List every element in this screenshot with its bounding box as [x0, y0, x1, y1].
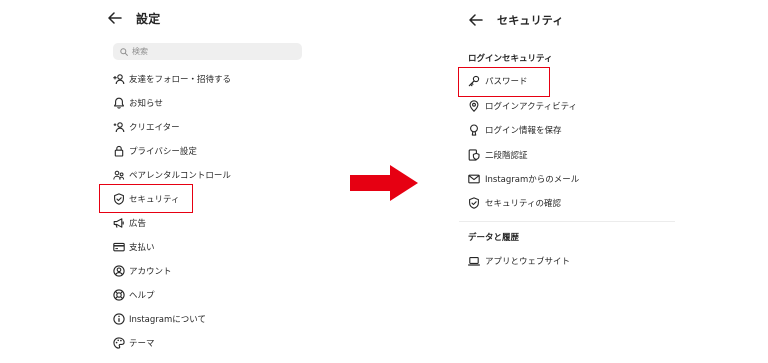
- highlight-box-security: [99, 184, 193, 213]
- menu-item-label: セキュリティの確認: [485, 199, 561, 209]
- search-input[interactable]: [132, 47, 292, 56]
- menu-item-label: テーマ: [129, 339, 155, 349]
- creator-icon: [112, 121, 125, 134]
- arrow-left-icon: [108, 12, 122, 24]
- search-icon: [120, 47, 128, 56]
- back-button[interactable]: [467, 11, 485, 29]
- menu-item-label: アカウント: [129, 267, 172, 277]
- settings-header: 設定: [106, 6, 160, 30]
- mail-icon: [467, 173, 480, 186]
- section-heading-data-history: データと履歴: [468, 233, 520, 243]
- menu-item-security-checkup[interactable]: セキュリティの確認: [467, 195, 561, 211]
- menu-item-emails-from-instagram[interactable]: Instagramからのメール: [467, 171, 579, 187]
- transition-arrow-icon: [350, 165, 418, 201]
- info-icon: [112, 313, 125, 326]
- menu-item-about-instagram[interactable]: Instagramについて: [112, 311, 206, 327]
- menu-item-invite-friends[interactable]: 友達をフォロー・招待する: [112, 71, 231, 87]
- menu-item-label: ログイン情報を保存: [485, 126, 562, 136]
- menu-item-apps-websites[interactable]: アプリとウェブサイト: [467, 253, 570, 269]
- security-panel: セキュリティ ログインセキュリティ パスワード ログインアクティビティ ログイン…: [455, 0, 675, 363]
- lifebuoy-icon: [112, 289, 125, 302]
- menu-item-label: 広告: [129, 219, 147, 229]
- menu-item-label: ペアレンタルコントロール: [129, 171, 231, 181]
- menu-item-two-factor-auth[interactable]: 二段階認証: [467, 147, 528, 163]
- card-icon: [112, 241, 125, 254]
- lock-icon: [112, 145, 125, 158]
- menu-item-label: Instagramからのメール: [485, 175, 580, 185]
- menu-item-label: Instagramについて: [129, 315, 206, 325]
- menu-item-label: ヘルプ: [129, 291, 155, 301]
- location-pin-icon: [467, 100, 480, 113]
- highlight-box-password: [458, 67, 550, 97]
- keyhole-icon: [467, 124, 480, 137]
- section-heading-login-security: ログインセキュリティ: [468, 54, 553, 64]
- back-button[interactable]: [106, 9, 124, 27]
- arrow-left-icon: [469, 14, 483, 26]
- megaphone-icon: [112, 217, 125, 230]
- menu-item-label: 二段階認証: [485, 151, 528, 161]
- menu-item-ads[interactable]: 広告: [112, 215, 146, 231]
- menu-item-label: アプリとウェブサイト: [485, 257, 571, 267]
- menu-item-label: お知らせ: [129, 99, 163, 109]
- menu-item-privacy[interactable]: プライバシー設定: [112, 143, 197, 159]
- parental-icon: [112, 169, 125, 182]
- menu-item-theme[interactable]: テーマ: [112, 335, 155, 351]
- search-bar[interactable]: [113, 43, 302, 60]
- menu-item-login-activity[interactable]: ログインアクティビティ: [467, 98, 577, 114]
- phone-shield-icon: [467, 149, 480, 162]
- menu-item-creator[interactable]: クリエイター: [112, 119, 180, 135]
- menu-item-label: プライバシー設定: [129, 147, 197, 157]
- account-icon: [112, 265, 125, 278]
- menu-item-label: ログインアクティビティ: [485, 102, 578, 112]
- menu-item-help[interactable]: ヘルプ: [112, 287, 155, 303]
- menu-item-label: 友達をフォロー・招待する: [129, 75, 232, 85]
- add-person-icon: [112, 73, 125, 86]
- menu-item-notifications[interactable]: お知らせ: [112, 95, 163, 111]
- menu-item-account[interactable]: アカウント: [112, 263, 172, 279]
- menu-item-parental-control[interactable]: ペアレンタルコントロール: [112, 167, 231, 183]
- menu-item-label: クリエイター: [129, 123, 180, 133]
- page-title: セキュリティ: [497, 14, 564, 27]
- bell-icon: [112, 97, 125, 110]
- section-divider: [459, 221, 675, 222]
- palette-icon: [112, 337, 125, 350]
- menu-item-label: 支払い: [129, 243, 155, 253]
- security-header: セキュリティ: [467, 8, 564, 32]
- menu-item-save-login-info[interactable]: ログイン情報を保存: [467, 122, 562, 138]
- page-title: 設定: [136, 11, 161, 26]
- settings-panel: 設定 友達をフォロー・招待する お知らせ クリエイター プライバシー設定: [99, 0, 311, 363]
- laptop-icon: [467, 255, 480, 268]
- menu-item-payments[interactable]: 支払い: [112, 239, 155, 255]
- shield-check-icon: [467, 197, 480, 210]
